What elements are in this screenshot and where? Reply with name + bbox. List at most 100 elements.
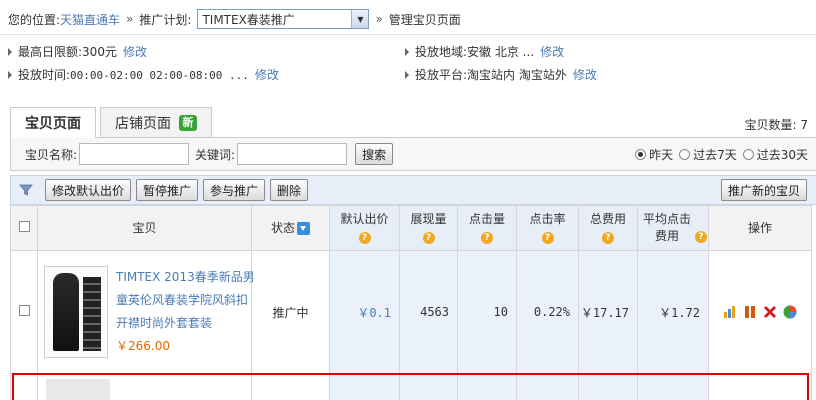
- row-checkbox[interactable]: [18, 305, 30, 316]
- avg-cpc-cell: [637, 373, 709, 400]
- tab-label: 宝贝页面: [25, 116, 81, 132]
- schedule-info: 投放时间:00:00-02:00 02:00-08:00 ... 修改: [8, 66, 279, 83]
- table-header-row: 宝贝 状态 默认出价? 展现量? 点击量? 点击率? 总费用? 平均点击费用? …: [10, 205, 812, 251]
- row-select-cell: [10, 373, 38, 400]
- radio-label: 过去30天: [756, 147, 808, 162]
- search-bar: 宝贝名称: 关键词: 搜索 昨天 过去7天 过去30天: [10, 137, 816, 171]
- col-item: 宝贝: [37, 205, 252, 251]
- promote-new-item-button[interactable]: 推广新的宝贝: [720, 179, 807, 201]
- delete-button[interactable]: 删除: [270, 179, 309, 201]
- delete-icon[interactable]: [762, 304, 778, 320]
- range-30days-radio[interactable]: 过去30天: [742, 146, 808, 163]
- product-cell: TIMTEX 2013春季新品男童英伦风春装学院风斜扣开襟时尚外套套装 ￥266…: [37, 250, 255, 374]
- col-ctr[interactable]: 点击率?: [516, 205, 579, 251]
- edit-schedule-link[interactable]: 修改: [255, 68, 279, 82]
- status-cell: [251, 373, 330, 400]
- page-tabs: 宝贝页面 店铺页面 新: [10, 107, 216, 138]
- items-table: 宝贝 状态 默认出价? 展现量? 点击量? 点击率? 总费用? 平均点击费用? …: [10, 205, 812, 400]
- default-bid-cell[interactable]: ￥0.1: [329, 250, 400, 374]
- col-ctr-label: 点击率: [529, 212, 566, 226]
- table-row: [10, 373, 812, 400]
- select-all-cell[interactable]: [10, 205, 38, 251]
- report-icon[interactable]: [782, 304, 798, 320]
- breadcrumb-root-link[interactable]: 天猫直通车: [60, 11, 120, 28]
- product-thumbnail[interactable]: [44, 266, 108, 358]
- radio-label: 昨天: [649, 147, 674, 162]
- breadcrumb-separator: »: [375, 12, 383, 26]
- bullet-triangle-icon: [405, 48, 409, 56]
- col-status[interactable]: 状态: [251, 205, 330, 251]
- range-yesterday-radio[interactable]: 昨天: [635, 146, 673, 163]
- plan-label: 推广计划:: [139, 12, 192, 27]
- status-filter-icon[interactable]: [297, 222, 310, 235]
- table-row: TIMTEX 2013春季新品男童英伦风春装学院风斜扣开襟时尚外套套装 ￥266…: [10, 250, 812, 374]
- total-cost-cell: [578, 373, 638, 400]
- col-actions-label: 操作: [747, 221, 772, 235]
- new-badge-icon: 新: [179, 114, 197, 131]
- promote-icon[interactable]: [722, 304, 738, 320]
- clicks-cell: 10: [457, 250, 517, 374]
- action-toolbar: 修改默认出价 暂停推广 参与推广 删除 推广新的宝贝: [10, 175, 816, 205]
- item-count: 宝贝数量: 7: [744, 118, 809, 132]
- keyword-label: 关键词:: [195, 147, 236, 162]
- bullet-triangle-icon: [8, 71, 12, 79]
- tab-item-page[interactable]: 宝贝页面: [10, 107, 96, 138]
- help-icon[interactable]: ?: [695, 230, 707, 243]
- col-actions: 操作: [708, 205, 812, 251]
- edit-daily-limit-link[interactable]: 修改: [123, 45, 147, 59]
- filter-icon: [19, 183, 35, 197]
- col-impressions[interactable]: 展现量?: [399, 205, 458, 251]
- product-thumbnail: [46, 378, 110, 400]
- item-name-label: 宝贝名称:: [25, 147, 78, 162]
- pause-icon[interactable]: [742, 304, 758, 320]
- divider: [0, 34, 816, 35]
- schedule-value: 00:00-02:00 02:00-08:00 ...: [70, 69, 249, 82]
- impressions-cell: 4563: [399, 250, 458, 374]
- region-value: 安徽 北京 ...: [467, 45, 535, 59]
- select-all-checkbox[interactable]: [18, 221, 30, 232]
- keyword-input[interactable]: [237, 143, 348, 165]
- clicks-cell: [457, 373, 517, 400]
- tab-shop-page[interactable]: 店铺页面 新: [100, 107, 212, 137]
- region-label: 投放地域:: [415, 45, 468, 59]
- help-icon[interactable]: ?: [541, 231, 554, 244]
- daily-limit-label: 最高日限额:: [18, 45, 83, 59]
- item-name-input[interactable]: [79, 143, 190, 165]
- edit-default-bid-button[interactable]: 修改默认出价: [45, 179, 132, 201]
- chevron-down-icon[interactable]: ▼: [351, 10, 369, 28]
- col-total-cost[interactable]: 总费用?: [578, 205, 638, 251]
- avg-cpc-cell: ￥1.72: [637, 250, 709, 374]
- radio-selected-icon: [635, 148, 647, 160]
- help-icon[interactable]: ?: [602, 231, 614, 244]
- search-button[interactable]: 搜索: [355, 143, 394, 165]
- breadcrumb: 您的位置: 天猫直通车 » 推广计划: TIMTEX春装推广 ▼ » 管理宝贝页…: [8, 9, 461, 29]
- total-cost-cell: ￥17.17: [578, 250, 638, 374]
- pause-promotion-button[interactable]: 暂停推广: [136, 179, 199, 201]
- plan-select[interactable]: TIMTEX春装推广 ▼: [197, 9, 370, 29]
- region-info: 投放地域:安徽 北京 ... 修改: [405, 43, 564, 60]
- product-title-link[interactable]: TIMTEX 2013春季新品男童英伦风春装学院风斜扣开襟时尚外套套装: [116, 266, 256, 335]
- product-cell: [37, 373, 252, 400]
- bullet-triangle-icon: [405, 71, 409, 79]
- col-default-bid-label: 默认出价: [340, 212, 389, 226]
- breadcrumb-current: 管理宝贝页面: [388, 12, 461, 27]
- product-photo-detail: [83, 277, 101, 351]
- impressions-cell: [399, 373, 458, 400]
- default-bid-link[interactable]: ￥0.1: [357, 306, 391, 320]
- join-promotion-button[interactable]: 参与推广: [203, 179, 266, 201]
- range-7days-radio[interactable]: 过去7天: [679, 146, 737, 163]
- col-avg-cpc[interactable]: 平均点击费用?: [637, 205, 709, 251]
- radio-icon: [742, 148, 754, 160]
- actions-cell: [708, 250, 812, 374]
- edit-region-link[interactable]: 修改: [540, 45, 564, 59]
- tab-label: 店铺页面: [115, 115, 171, 132]
- col-clicks-label: 点击量: [468, 212, 505, 226]
- help-icon[interactable]: ?: [481, 231, 493, 244]
- help-icon[interactable]: ?: [358, 231, 371, 244]
- row-select-cell[interactable]: [10, 250, 38, 374]
- edit-platform-link[interactable]: 修改: [573, 68, 597, 82]
- plan-select-value: TIMTEX春装推广: [202, 12, 295, 27]
- col-default-bid: 默认出价?: [329, 205, 400, 251]
- help-icon[interactable]: ?: [422, 231, 435, 244]
- col-clicks[interactable]: 点击量?: [457, 205, 517, 251]
